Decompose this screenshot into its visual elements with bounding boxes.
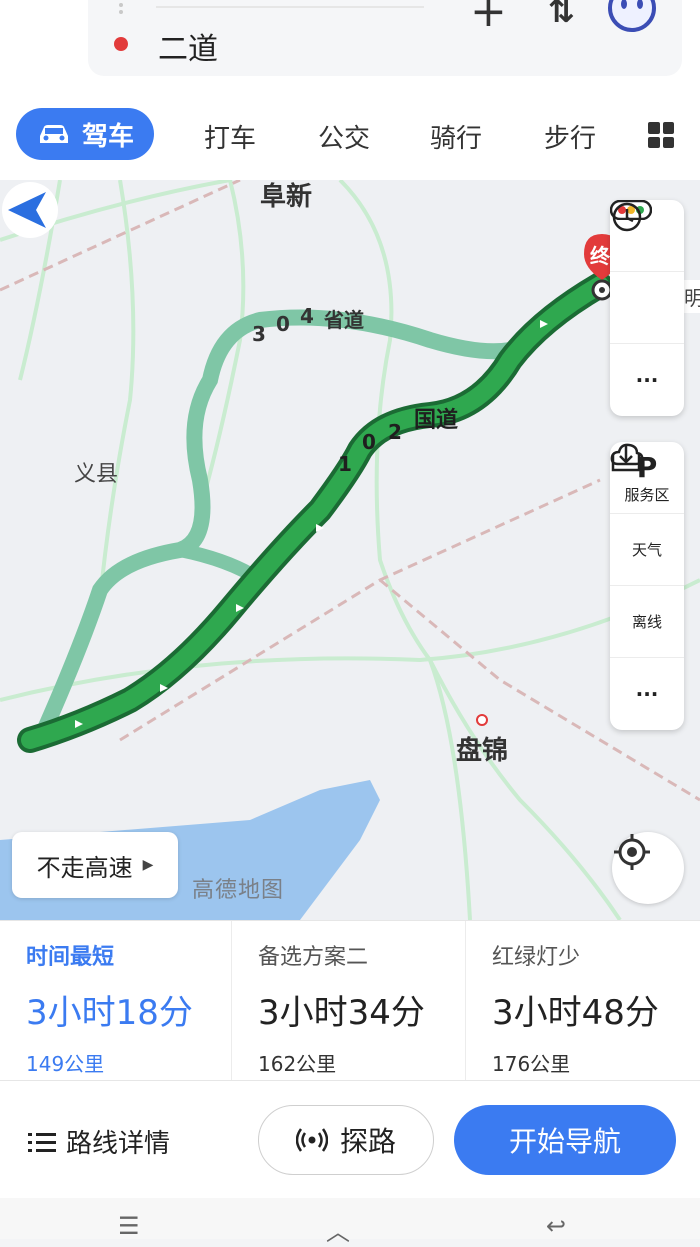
tab-walk[interactable]: 步行 xyxy=(544,118,596,155)
map-view[interactable]: 阜新 义县 盘锦 明 3 0 4 省道 1 0 2 国道 终 ··· P 服务区… xyxy=(0,180,700,920)
route-time: 3小时34分 xyxy=(258,993,425,1033)
city-label-yixian: 义县 xyxy=(74,462,119,487)
swap-direction-button[interactable]: ⇅ xyxy=(548,0,575,30)
service-area-label: 服务区 xyxy=(624,485,670,504)
amap-watermark: 高德地图 xyxy=(192,878,285,903)
road-102-char: 1 xyxy=(338,452,352,476)
road-102-char: 国道 xyxy=(414,408,459,433)
more-tools-button[interactable]: ··· xyxy=(610,344,684,416)
action-bar: 路线详情 探路 开始导航 xyxy=(0,1080,700,1198)
origin-field-underline xyxy=(156,6,424,8)
tab-drive[interactable]: 驾车 xyxy=(16,108,154,160)
road-304-char: 省道 xyxy=(324,308,364,332)
route-option-1[interactable]: 时间最短 3小时18分 149公里 xyxy=(0,921,232,1081)
road-304-char: 3 xyxy=(252,322,266,346)
route-distance: 176公里 xyxy=(492,1052,571,1076)
route-options: 时间最短 3小时18分 149公里 备选方案二 3小时34分 162公里 红绿灯… xyxy=(0,920,700,1081)
road-304-char: 0 xyxy=(276,312,290,336)
main-route-102[interactable] xyxy=(21,276,609,749)
start-navigation-button[interactable]: 开始导航 xyxy=(454,1105,676,1175)
route-distance: 162公里 xyxy=(258,1052,337,1076)
route-time: 3小时18分 xyxy=(26,993,193,1033)
offline-label: 离线 xyxy=(631,613,662,631)
map-tools-panel-top: ··· xyxy=(610,200,684,416)
route-option-3[interactable]: 红绿灯少 3小时48分 176公里 xyxy=(466,921,700,1081)
city-label-panjin: 盘锦 xyxy=(456,736,509,766)
explore-route-button[interactable]: 探路 xyxy=(258,1105,434,1175)
route-details-button[interactable]: 路线详情 xyxy=(28,1123,170,1160)
tab-bus[interactable]: 公交 xyxy=(318,118,370,155)
tab-bike[interactable]: 骑行 xyxy=(430,118,482,155)
edge-label-ming: 明 xyxy=(684,280,700,313)
route-distance: 149公里 xyxy=(26,1052,105,1076)
panjin-city-dot xyxy=(476,714,488,726)
destination-marker-label: 终 xyxy=(590,244,610,268)
offline-button[interactable]: 离线 xyxy=(610,444,684,658)
download-icon xyxy=(611,444,641,472)
explore-route-label: 探路 xyxy=(339,1125,396,1158)
history-toggle[interactable] xyxy=(610,202,684,344)
road-304-char: 4 xyxy=(300,304,314,328)
waypoint-dots xyxy=(118,0,124,22)
add-waypoint-button[interactable]: + xyxy=(470,0,507,37)
current-location-arrow-icon xyxy=(2,182,58,238)
broadcast-icon xyxy=(295,1128,328,1152)
destination-dot-icon xyxy=(114,37,128,51)
avoid-highway-label: 不走高速 xyxy=(36,853,133,882)
system-nav-bar: ☰ ︿ ↩ xyxy=(0,1198,700,1246)
tab-taxi[interactable]: 打车 xyxy=(204,118,256,155)
avoid-highway-button[interactable]: 不走高速 ▶ xyxy=(12,832,178,898)
car-icon xyxy=(39,125,68,143)
play-triangle-icon: ▶ xyxy=(142,857,154,873)
crosshair-icon xyxy=(614,834,650,870)
destination-field[interactable]: 二道 xyxy=(158,24,218,68)
home-icon[interactable]: ︿ xyxy=(326,1212,350,1247)
map-tools-panel-bottom: P 服务区 天气 离线 ··· xyxy=(610,442,684,730)
clock-rotate-icon xyxy=(612,202,642,232)
city-label-fuxin: 阜新 xyxy=(260,182,313,212)
tab-drive-label: 驾车 xyxy=(81,121,134,152)
route-details-label: 路线详情 xyxy=(66,1129,171,1159)
locate-me-button[interactable] xyxy=(612,832,684,904)
menu-icon[interactable]: ☰ xyxy=(118,1212,140,1240)
route-time: 3小时48分 xyxy=(492,993,659,1033)
weather-label: 天气 xyxy=(631,541,662,559)
weather-button[interactable]: 天气 xyxy=(610,443,684,586)
list-icon xyxy=(28,1132,56,1152)
more-layers-button[interactable]: ··· xyxy=(610,658,684,730)
back-icon[interactable]: ↩ xyxy=(546,1212,566,1240)
more-modes-icon[interactable] xyxy=(648,122,674,148)
route-option-2[interactable]: 备选方案二 3小时34分 162公里 xyxy=(232,921,466,1081)
route-tag: 红绿灯少 xyxy=(492,945,581,970)
route-tag: 备选方案二 xyxy=(258,945,369,970)
road-102-char: 2 xyxy=(388,420,402,444)
route-tag: 时间最短 xyxy=(26,945,115,970)
top-bar: 二道 + ⇅ 驾车 打车 公交 骑行 步行 xyxy=(0,0,700,180)
travel-mode-tabs: 驾车 打车 公交 骑行 步行 xyxy=(0,108,700,164)
road-102-char: 0 xyxy=(362,430,376,454)
